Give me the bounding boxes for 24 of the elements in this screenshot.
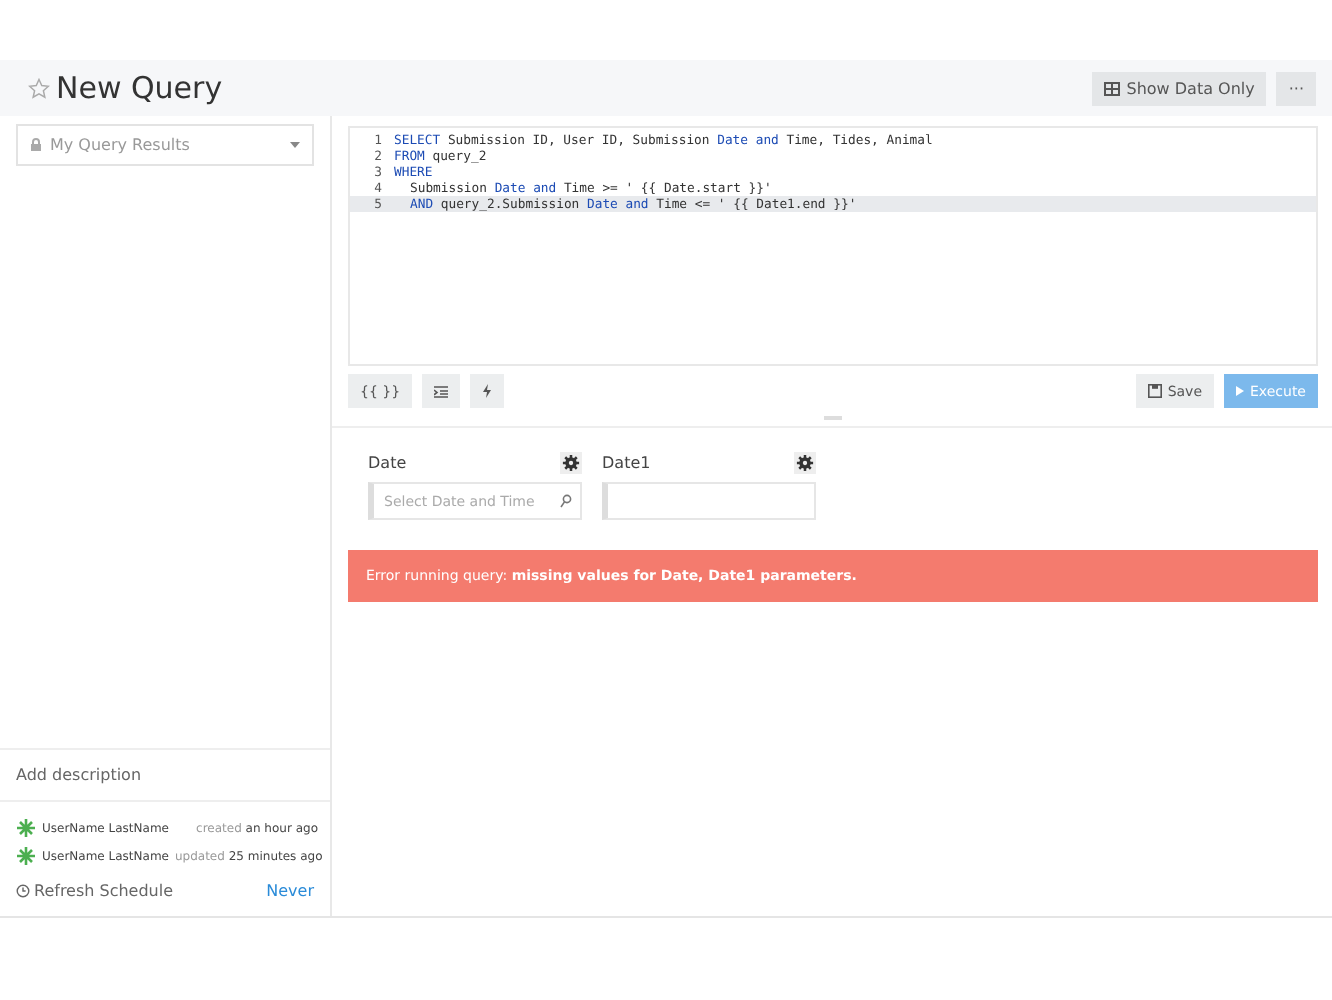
play-icon [1236, 386, 1244, 396]
parameter-label: Date [368, 454, 407, 472]
user-avatar-icon [16, 846, 36, 866]
show-data-only-button[interactable]: Show Data Only [1092, 71, 1267, 105]
refresh-schedule-label: Refresh Schedule [34, 882, 174, 900]
user-avatar-icon [16, 818, 36, 838]
lightning-icon [482, 384, 493, 398]
indent-icon [434, 385, 449, 397]
star-icon[interactable] [28, 77, 50, 99]
more-button[interactable]: ··· [1276, 71, 1316, 105]
table-icon [1104, 81, 1121, 95]
resize-handle[interactable] [824, 416, 842, 420]
format-button[interactable] [422, 374, 461, 408]
settings-icon[interactable] [560, 452, 582, 474]
page-title: New Query [56, 70, 223, 106]
caret-icon [290, 142, 300, 148]
clock-icon [16, 884, 30, 898]
parameter-label: Date1 [602, 454, 651, 472]
refresh-schedule-link[interactable]: Never [266, 882, 314, 900]
autocomplete-button[interactable] [470, 374, 505, 408]
lock-icon [30, 138, 42, 152]
settings-icon[interactable] [794, 452, 816, 474]
date-time-field[interactable] [602, 482, 816, 520]
add-description-link[interactable]: Add description [0, 748, 330, 802]
